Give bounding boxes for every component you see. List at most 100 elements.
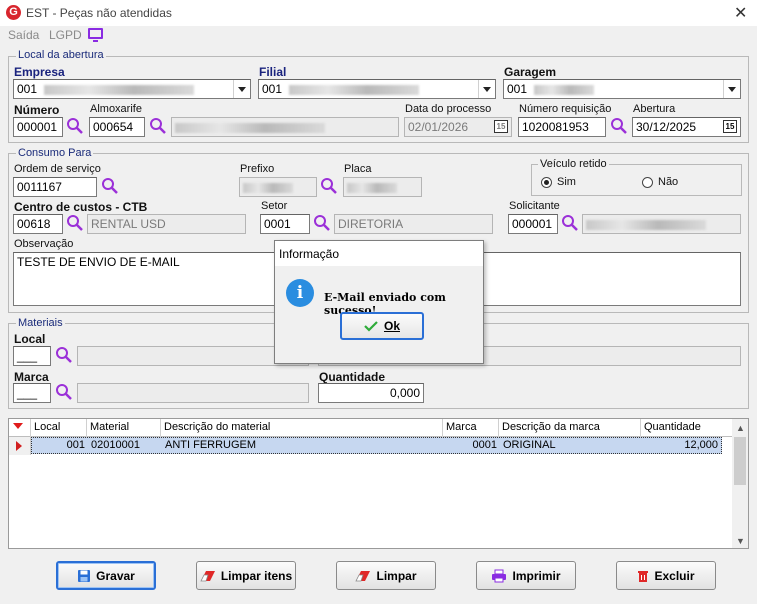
abertura-label: Abertura [633, 103, 676, 115]
caret-right-icon [16, 441, 22, 451]
col-quantidade[interactable]: Quantidade [641, 419, 722, 437]
menu-bar [0, 26, 757, 44]
dialog-title: Informação [279, 247, 340, 261]
col-local[interactable]: Local [31, 419, 87, 437]
marca-desc [77, 383, 309, 403]
search-icon[interactable] [55, 346, 73, 364]
empresa-select[interactable]: 001 [13, 79, 251, 99]
eraser-icon [355, 570, 371, 581]
empresa-value: 001 [17, 82, 38, 96]
chevron-down-icon[interactable] [478, 80, 495, 98]
filial-value: 001 [262, 82, 283, 96]
window-title: EST - Peças não atendidas [26, 6, 172, 20]
centro-custos-label: Centro de custos - CTB [14, 200, 148, 214]
radio-sim[interactable] [541, 177, 552, 188]
marca-label: Marca [14, 370, 49, 384]
trash-icon [638, 570, 649, 582]
quantidade-input[interactable]: 0,000 [318, 383, 424, 403]
col-descricao-material[interactable]: Descrição do material [161, 419, 443, 437]
search-icon[interactable] [149, 117, 167, 135]
info-dialog: Informação i E-Mail enviado com sucesso!… [274, 240, 484, 364]
search-icon[interactable] [313, 214, 331, 232]
almoxarife-name-field [171, 117, 399, 137]
garagem-select[interactable]: 001 [503, 79, 741, 99]
centro-custos-input[interactable]: 00618 [13, 214, 63, 234]
dialog-title-bar: Informação [275, 241, 483, 266]
save-icon [78, 569, 91, 582]
grid-header: Local Material Descrição do material Mar… [9, 419, 748, 437]
chevron-down-icon[interactable] [723, 80, 740, 98]
marca-input[interactable]: ___ [13, 383, 51, 403]
calendar-icon[interactable]: 15 [494, 120, 508, 133]
title-bar: G EST - Peças não atendidas ✕ [0, 0, 757, 26]
imprimir-button[interactable]: Imprimir [476, 561, 576, 590]
ordem-servico-label: Ordem de serviço [14, 163, 101, 175]
menu-saida[interactable]: Saída [8, 28, 39, 42]
monitor-icon[interactable] [88, 28, 103, 42]
placa-label: Placa [344, 163, 372, 175]
info-icon: i [286, 279, 314, 307]
radio-nao-label: Não [658, 176, 679, 188]
almoxarife-input[interactable]: 000654 [89, 117, 145, 137]
radio-nao[interactable] [642, 177, 653, 188]
numero-requisicao-input[interactable]: 1020081953 [518, 117, 606, 137]
prefixo-field [239, 177, 317, 197]
abertura-date-input[interactable]: 30/12/2025 15 [632, 117, 741, 137]
gravar-button[interactable]: Gravar [56, 561, 156, 590]
search-icon[interactable] [55, 383, 73, 401]
search-icon[interactable] [610, 117, 628, 135]
placa-field [343, 177, 422, 197]
setor-input[interactable]: 0001 [260, 214, 310, 234]
search-icon[interactable] [561, 214, 579, 232]
app-logo-icon: G [6, 5, 21, 20]
calendar-icon[interactable]: 15 [723, 120, 737, 133]
col-material[interactable]: Material [87, 419, 161, 437]
local-input[interactable]: ___ [13, 346, 51, 366]
local-label: Local [14, 332, 46, 346]
ordem-servico-input[interactable]: 0011167 [13, 177, 97, 197]
grid-menu-button[interactable] [9, 419, 31, 437]
search-icon[interactable] [101, 177, 119, 195]
cell-material: 02010001 [91, 439, 140, 451]
search-icon[interactable] [320, 177, 338, 195]
printer-icon [492, 569, 507, 582]
chevron-up-icon[interactable]: ▲ [736, 423, 745, 433]
numero-input[interactable]: 000001 [13, 117, 63, 137]
col-marca[interactable]: Marca [443, 419, 499, 437]
cell-local: 001 [66, 439, 85, 451]
search-icon[interactable] [66, 117, 84, 135]
grid-scrollbar[interactable]: ▲ ▼ [732, 419, 748, 548]
ok-button[interactable]: Ok [340, 312, 424, 340]
limpar-itens-button[interactable]: Limpar itens [196, 561, 296, 590]
data-processo-value: 02/01/2026 [408, 120, 469, 134]
excluir-button[interactable]: Excluir [616, 561, 716, 590]
abertura-date-value: 30/12/2025 [636, 120, 697, 134]
radio-sim-label: Sim [557, 176, 576, 188]
limpar-button[interactable]: Limpar [336, 561, 436, 590]
table-row[interactable]: 001 02010001 ANTI FERRUGEM 0001 ORIGINAL… [31, 437, 722, 454]
row-indicator [9, 437, 31, 455]
prefixo-label: Prefixo [240, 163, 275, 175]
garagem-label: Garagem [504, 65, 557, 79]
col-descricao-marca[interactable]: Descrição da marca [499, 419, 641, 437]
solicitante-input[interactable]: 000001 [508, 214, 558, 234]
data-processo-label: Data do processo [405, 103, 492, 115]
limpar-label: Limpar [376, 568, 417, 583]
gravar-label: Gravar [96, 568, 135, 583]
scrollbar-thumb[interactable] [734, 437, 746, 485]
chevron-down-icon[interactable] [233, 80, 250, 98]
setor-label: Setor [261, 200, 288, 212]
solicitante-label: Solicitante [509, 200, 560, 212]
chevron-down-icon[interactable]: ▼ [736, 536, 745, 546]
empresa-label: Empresa [14, 65, 65, 79]
ok-label: Ok [383, 319, 400, 333]
cell-descricao-marca: ORIGINAL [503, 439, 556, 451]
menu-lgpd[interactable]: LGPD [49, 28, 82, 42]
imprimir-label: Imprimir [512, 568, 561, 583]
group-title-materiais: Materiais [16, 317, 65, 329]
veiculo-retido-label: Veículo retido [538, 158, 609, 170]
close-icon[interactable]: ✕ [734, 3, 747, 23]
centro-custos-desc: RENTAL USD [87, 214, 246, 234]
search-icon[interactable] [66, 214, 84, 232]
filial-select[interactable]: 001 [258, 79, 496, 99]
